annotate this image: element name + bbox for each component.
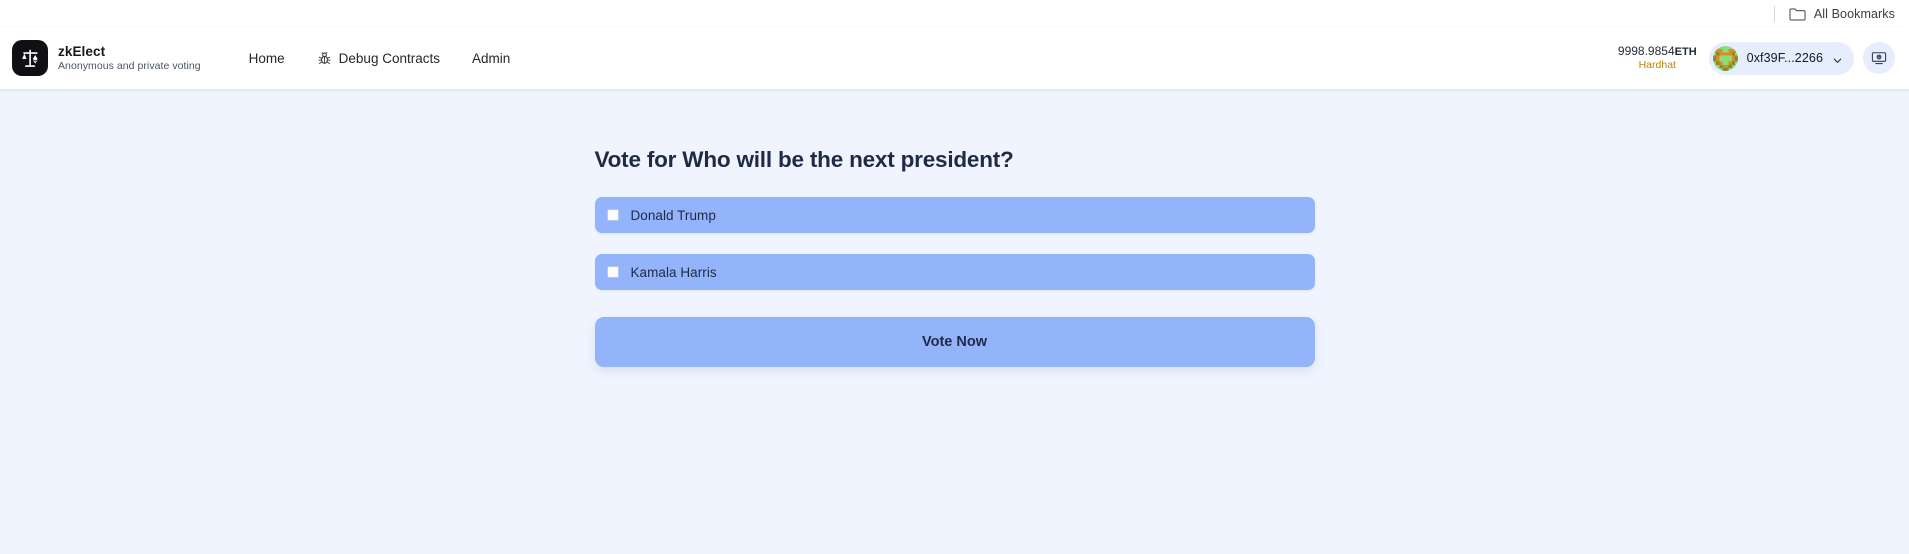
nav-item-admin-label: Admin (471, 50, 511, 66)
brand-tagline: Anonymous and private voting (58, 60, 201, 73)
brand-logo-link[interactable]: zkElect Anonymous and private voting (12, 40, 201, 76)
nav-item-debug-contracts-label: Debug Contracts (338, 50, 440, 66)
vote-card: Vote for Who will be the next president?… (594, 147, 1315, 554)
wallet-balance[interactable]: 9998.9854ETH Hardhat (1618, 44, 1697, 72)
account-dropdown-button[interactable]: 0xf39F...2266 (1708, 41, 1854, 75)
brand-text: zkElect Anonymous and private voting (58, 44, 201, 73)
chevron-down-icon (1832, 53, 1843, 64)
bookmarks-divider (1773, 5, 1775, 22)
faucet-monitor-icon (1871, 50, 1887, 66)
nav-item-debug-contracts[interactable]: Debug Contracts (302, 44, 455, 73)
vote-option-label: Donald Trump (630, 207, 716, 223)
all-bookmarks-button[interactable]: All Bookmarks (1789, 7, 1895, 21)
vote-option-checkbox[interactable] (606, 209, 619, 221)
network-name: Hardhat (1638, 59, 1676, 72)
header-right-cluster: 9998.9854ETH Hardhat 0xf39F...2266 (1618, 41, 1895, 75)
browser-bookmarks-bar: All Bookmarks (0, 0, 1909, 27)
vote-option-checkbox[interactable] (606, 266, 619, 278)
balance-unit: ETH (1674, 46, 1697, 59)
vote-now-button[interactable]: Vote Now (594, 317, 1315, 367)
balance-amount: 9998.9854 (1617, 44, 1675, 59)
vote-option-row[interactable]: Donald Trump (594, 197, 1315, 233)
scale-ethereum-icon (12, 40, 48, 76)
balance-row: 9998.9854ETH (1618, 44, 1697, 59)
blockie-avatar (1712, 45, 1738, 71)
nav-item-admin[interactable]: Admin (457, 44, 525, 73)
nav-item-home-label: Home (248, 50, 285, 66)
account-address: 0xf39F...2266 (1746, 51, 1823, 65)
nav-item-home[interactable]: Home (234, 44, 300, 73)
app-header: zkElect Anonymous and private voting Hom… (0, 27, 1909, 89)
all-bookmarks-label: All Bookmarks (1813, 6, 1895, 21)
page-title: Vote for Who will be the next president? (594, 147, 1014, 172)
vote-option-label: Kamala Harris (630, 264, 717, 280)
main-navigation: Home Debug Contracts Admin (234, 44, 526, 73)
folder-icon (1789, 7, 1806, 21)
page-body: Vote for Who will be the next president?… (0, 89, 1909, 554)
faucet-monitor-icon-button[interactable] (1863, 42, 1895, 74)
bug-icon (317, 51, 332, 66)
brand-name: zkElect (58, 43, 106, 59)
vote-option-row[interactable]: Kamala Harris (594, 254, 1315, 290)
